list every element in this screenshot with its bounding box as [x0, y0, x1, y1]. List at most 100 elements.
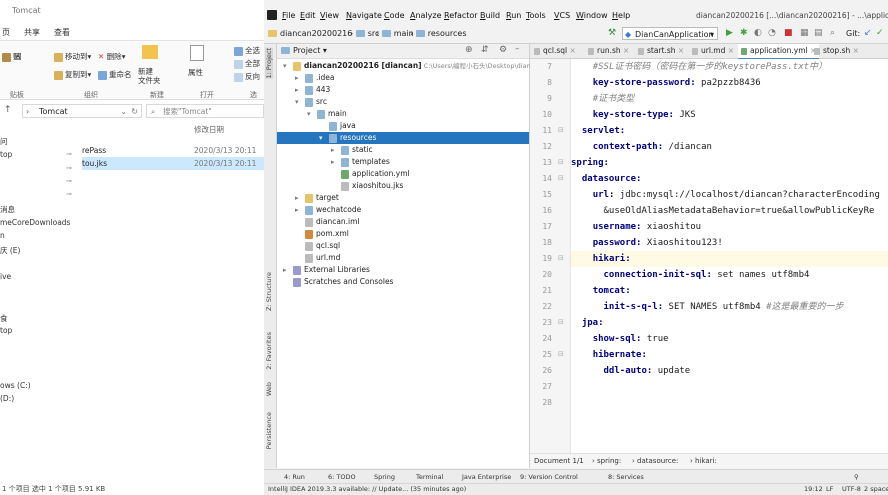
file-row[interactable]: tou.jks 2020/3/13 20:11 — [82, 157, 264, 170]
properties-button[interactable]: 属性 — [188, 67, 203, 78]
expand-arrow-icon[interactable]: ▾ — [319, 132, 323, 144]
rename-button[interactable]: 重命名 — [98, 69, 132, 80]
collapse-arrow-icon[interactable]: ▸ — [295, 72, 299, 84]
editor-tab[interactable]: qcl.sql × — [534, 46, 576, 55]
nav-item[interactable]: 庆 (E) — [0, 245, 20, 256]
caret-position[interactable]: 19:12 — [804, 485, 823, 493]
tree-item[interactable]: url.md — [277, 252, 529, 264]
tree-item[interactable]: ▸ 443 — [277, 84, 529, 96]
editor-crumb-hikari[interactable]: › hikari: — [690, 457, 717, 465]
code-editor[interactable]: #SSL证书密码（密码在第一步的keystorePass.txt中） key-s… — [571, 59, 888, 453]
tree-item[interactable]: xiaoshitou.jks — [277, 180, 529, 192]
fold-marker-icon[interactable]: ⊟ — [558, 350, 564, 358]
tree-item[interactable]: qcl.sql — [277, 240, 529, 252]
up-arrow-icon[interactable]: ↑ — [4, 105, 12, 115]
nav-item[interactable]: top — [0, 326, 12, 335]
gear-icon[interactable]: ⚙ — [499, 45, 507, 55]
select-all-button[interactable]: 全选 — [234, 45, 260, 56]
tree-item[interactable]: ▸ target — [277, 192, 529, 204]
bottom-tool-tab[interactable]: 9: Version Control — [520, 473, 578, 481]
tree-item[interactable]: ▸ External Libraries — [277, 264, 529, 276]
fold-marker-icon[interactable]: ⊟ — [558, 254, 564, 262]
project-view-select[interactable]: Project ▾ — [281, 46, 327, 55]
editor-crumb-document[interactable]: Document 1/1 — [534, 457, 584, 465]
fold-marker-icon[interactable]: ⊟ — [558, 174, 564, 182]
editor-tab[interactable]: start.sh × — [638, 46, 684, 55]
bottom-tool-tab[interactable]: 4: Run — [284, 473, 305, 481]
delete-button[interactable]: ✕ 删除▾ — [98, 51, 125, 62]
collapse-arrow-icon[interactable]: ▸ — [331, 144, 335, 156]
nav-item[interactable]: n — [0, 231, 5, 240]
pin-icon[interactable]: ⊸ — [66, 177, 72, 185]
new-folder-button[interactable]: 新建 文件夹 — [138, 67, 161, 85]
menu-edit[interactable]: Edit — [300, 11, 316, 20]
ribbon-tab-view[interactable]: 查看 — [54, 27, 70, 38]
coverage-icon[interactable]: ◐ — [754, 28, 762, 38]
run-configuration-select[interactable]: ◆ DianCanApplication ▾ — [622, 27, 718, 40]
ribbon-tab-home[interactable]: 页 — [2, 27, 10, 38]
nav-item[interactable]: (D:) — [0, 394, 14, 403]
nav-crumb-main[interactable]: › main — [376, 29, 414, 38]
close-tab-icon[interactable]: × — [850, 46, 859, 55]
fold-marker-icon[interactable]: ⊟ — [558, 126, 564, 134]
nav-item[interactable]: 问 — [0, 136, 8, 147]
indent-setting[interactable]: 2 spaces — [864, 485, 888, 493]
tree-item[interactable]: application.yml — [277, 168, 529, 180]
menu-analyze[interactable]: Analyze — [410, 11, 442, 20]
tool-tab-persistence[interactable]: Persistence — [265, 412, 273, 449]
tool-tab-web[interactable]: Web — [265, 382, 273, 396]
menu-navigate[interactable]: Navigate — [346, 11, 382, 20]
tree-item[interactable]: ▸ static — [277, 144, 529, 156]
nav-item[interactable]: 消息 — [0, 204, 15, 215]
close-tab-icon[interactable]: × — [725, 46, 734, 55]
editor-tab[interactable]: run.sh × — [588, 46, 629, 55]
sdk-icon[interactable]: ▤ — [814, 28, 823, 38]
status-message[interactable]: IntelliJ IDEA 2019.3.3 available: // Upd… — [268, 485, 466, 493]
pin-button[interactable]: 固 — [14, 51, 22, 62]
nav-crumb-project[interactable]: diancan20200216 — [268, 29, 352, 38]
locate-icon[interactable]: ⊕ — [465, 45, 473, 55]
profile-icon[interactable]: ◔ — [768, 28, 776, 38]
dropdown-chevron-icon[interactable]: ⌄ — [120, 105, 127, 119]
git-update-icon[interactable]: ↙ — [864, 28, 872, 38]
menu-window[interactable]: Window — [576, 11, 608, 20]
bottom-tool-tab[interactable]: Java Enterprise — [462, 473, 511, 481]
editor-crumb-spring[interactable]: › spring: — [592, 457, 621, 465]
fold-marker-icon[interactable]: ⊟ — [558, 318, 564, 326]
tool-tab-structure[interactable]: Z: Structure — [265, 272, 273, 311]
tool-tab-favorites[interactable]: 2: Favorites — [265, 332, 273, 370]
bottom-tool-tab[interactable]: Terminal — [416, 473, 443, 481]
menu-help[interactable]: Help — [612, 11, 630, 20]
event-log-tab[interactable]: ⚲ — [854, 473, 859, 481]
nav-item[interactable]: meCoreDownloads — [0, 218, 70, 227]
menu-vcs[interactable]: VCS — [554, 11, 570, 20]
collapse-arrow-icon[interactable]: ▸ — [295, 84, 299, 96]
bottom-tool-tab[interactable]: 8: Services — [608, 473, 644, 481]
menu-code[interactable]: Code — [384, 11, 405, 20]
nav-item[interactable]: ive — [0, 272, 11, 281]
menu-view[interactable]: View — [320, 11, 339, 20]
close-tab-icon[interactable]: × — [676, 46, 684, 55]
collapse-arrow-icon[interactable]: ▸ — [283, 264, 287, 276]
pin-icon[interactable]: ⊸ — [66, 150, 72, 158]
menu-refactor[interactable]: Refactor — [444, 11, 478, 20]
hide-panel-icon[interactable]: – — [515, 44, 520, 54]
tree-item[interactable]: ▾ main — [277, 108, 529, 120]
menu-tools[interactable]: Tools — [526, 11, 546, 20]
stop-icon[interactable]: ■ — [784, 28, 793, 38]
tree-item[interactable]: ▾ resources — [277, 132, 529, 144]
close-tab-icon[interactable]: × — [567, 46, 575, 55]
tree-item[interactable]: ▸ .idea — [277, 72, 529, 84]
tree-item[interactable]: ▾ src — [277, 96, 529, 108]
move-to-button[interactable]: 移动到▾ — [54, 51, 91, 62]
tree-item[interactable]: pom.xml — [277, 228, 529, 240]
menu-build[interactable]: Build — [480, 11, 500, 20]
expand-arrow-icon[interactable]: ▾ — [283, 60, 287, 72]
collapse-arrow-icon[interactable]: ▸ — [295, 204, 299, 216]
tree-item[interactable]: ▸ templates — [277, 156, 529, 168]
nav-item[interactable]: ows (C:) — [0, 381, 31, 390]
tree-item[interactable]: ▾ diancan20200216 [diancan] C:\Users\编程小石… — [277, 60, 542, 72]
line-separator[interactable]: LF — [826, 485, 833, 493]
bottom-tool-tab[interactable]: 6: TODO — [328, 473, 356, 481]
nav-crumb-resources[interactable]: › resources — [410, 29, 467, 38]
